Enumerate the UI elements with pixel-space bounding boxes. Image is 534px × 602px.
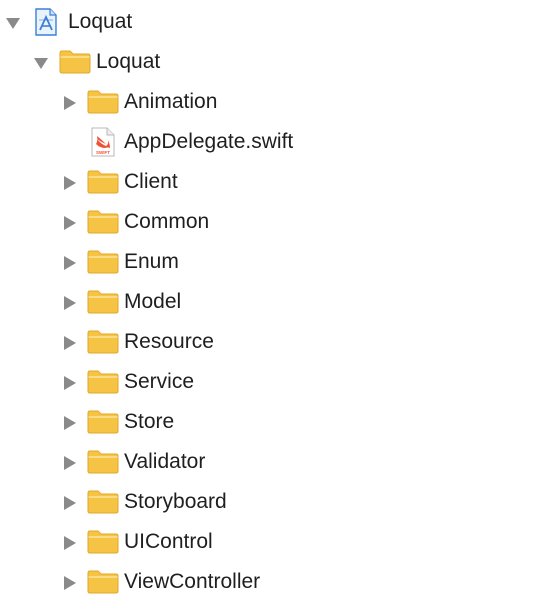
- item-label: Validator: [124, 450, 206, 473]
- xcode-project-icon: [34, 8, 58, 36]
- disclosure-collapsed-icon[interactable]: [63, 176, 77, 190]
- disclosure-collapsed-icon[interactable]: [63, 96, 77, 110]
- navigator-item-common[interactable]: Common: [0, 202, 534, 242]
- disclosure-collapsed-icon[interactable]: [63, 376, 77, 390]
- item-label: Client: [124, 170, 178, 193]
- navigator-item-appdelegate[interactable]: SWIFT AppDelegate.swift: [0, 122, 534, 162]
- folder-icon: [87, 170, 119, 194]
- navigator-item-resource[interactable]: Resource: [0, 322, 534, 362]
- folder-icon: [87, 370, 119, 394]
- item-label: Storyboard: [124, 490, 227, 513]
- disclosure-collapsed-icon[interactable]: [63, 576, 77, 590]
- folder-icon: [87, 210, 119, 234]
- disclosure-collapsed-icon[interactable]: [63, 296, 77, 310]
- navigator-item-service[interactable]: Service: [0, 362, 534, 402]
- folder-icon: [87, 250, 119, 274]
- item-label: Enum: [124, 250, 179, 273]
- disclosure-expanded-icon[interactable]: [6, 16, 20, 30]
- navigator-item-animation[interactable]: Animation: [0, 82, 534, 122]
- navigator-item-viewcontroller[interactable]: ViewController: [0, 562, 534, 602]
- disclosure-collapsed-icon[interactable]: [63, 216, 77, 230]
- folder-icon: [87, 490, 119, 514]
- item-label: UIControl: [124, 530, 213, 553]
- item-label: Service: [124, 370, 195, 393]
- folder-icon: [87, 330, 119, 354]
- item-label: ViewController: [124, 570, 261, 593]
- swift-badge-text: SWIFT: [96, 150, 110, 155]
- item-label: AppDelegate.swift: [124, 130, 294, 153]
- item-label: Store: [124, 410, 175, 433]
- folder-icon: [87, 530, 119, 554]
- item-label: Model: [124, 290, 182, 313]
- folder-icon: [87, 90, 119, 114]
- folder-icon: [87, 290, 119, 314]
- disclosure-expanded-icon[interactable]: [34, 56, 48, 70]
- group-name: Loquat: [96, 50, 161, 73]
- disclosure-collapsed-icon[interactable]: [63, 496, 77, 510]
- disclosure-collapsed-icon[interactable]: [63, 416, 77, 430]
- navigator-item-storyboard[interactable]: Storyboard: [0, 482, 534, 522]
- item-label: Animation: [124, 90, 218, 113]
- navigator-item-model[interactable]: Model: [0, 282, 534, 322]
- folder-icon: [87, 450, 119, 474]
- item-label: Resource: [124, 330, 214, 353]
- project-navigator: Loquat Loquat Animation SWIFT AppDelegat…: [0, 0, 534, 598]
- navigator-item-client[interactable]: Client: [0, 162, 534, 202]
- navigator-item-enum[interactable]: Enum: [0, 242, 534, 282]
- folder-icon: [59, 50, 91, 74]
- navigator-item-uicontrol[interactable]: UIControl: [0, 522, 534, 562]
- swift-file-icon: SWIFT: [91, 127, 115, 157]
- disclosure-collapsed-icon[interactable]: [63, 536, 77, 550]
- folder-icon: [87, 570, 119, 594]
- disclosure-collapsed-icon[interactable]: [63, 256, 77, 270]
- project-row[interactable]: Loquat: [0, 2, 534, 42]
- folder-icon: [87, 410, 119, 434]
- project-name: Loquat: [68, 10, 133, 33]
- item-label: Common: [124, 210, 210, 233]
- navigator-item-validator[interactable]: Validator: [0, 442, 534, 482]
- navigator-item-store[interactable]: Store: [0, 402, 534, 442]
- group-row[interactable]: Loquat: [0, 42, 534, 82]
- disclosure-collapsed-icon[interactable]: [63, 456, 77, 470]
- disclosure-collapsed-icon[interactable]: [63, 336, 77, 350]
